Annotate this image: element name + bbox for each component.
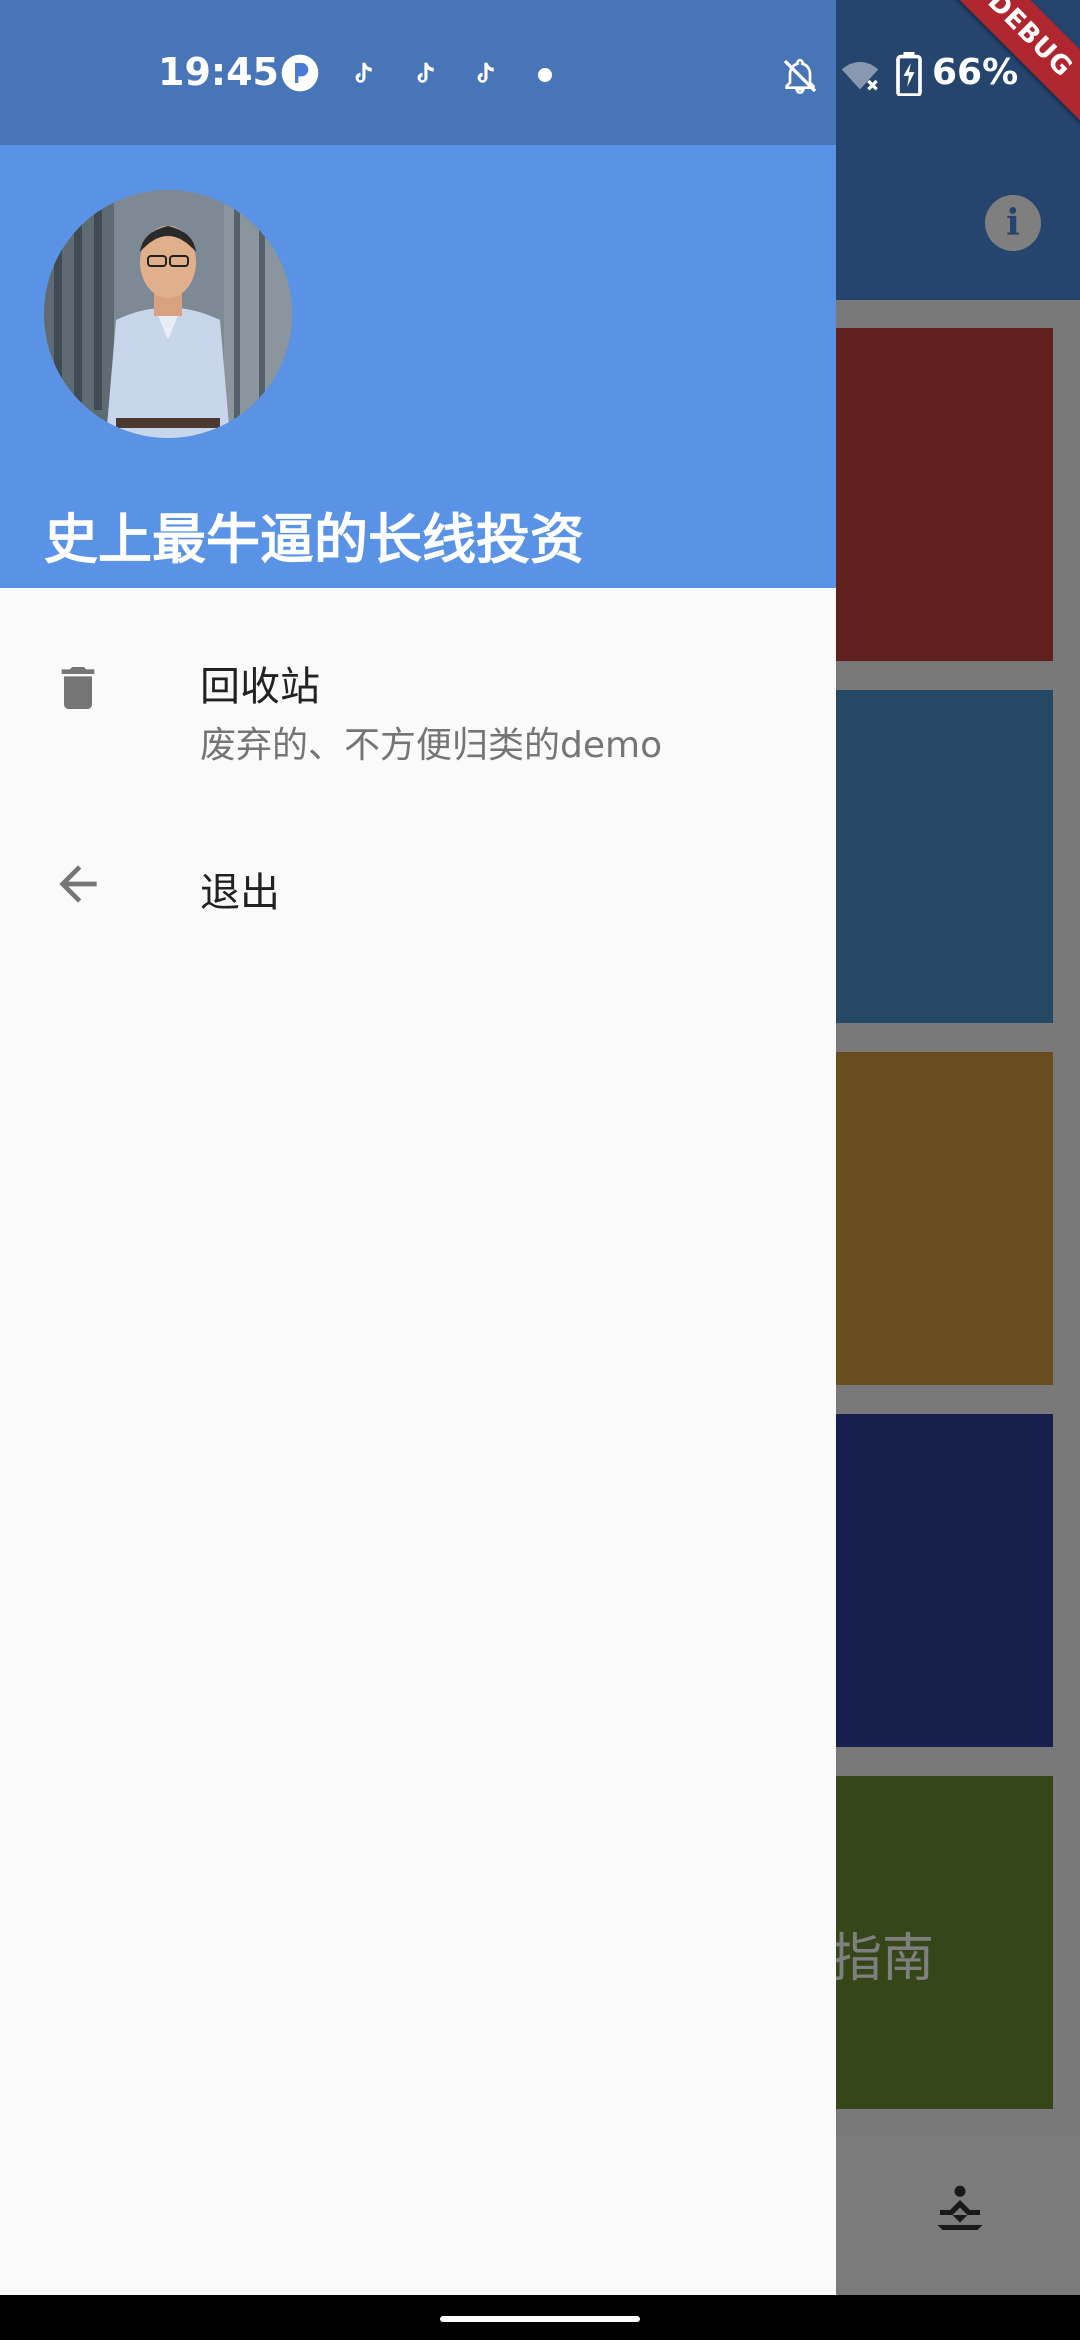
battery-charging-icon (896, 52, 922, 96)
avatar[interactable] (44, 190, 292, 438)
menu-item-logout[interactable]: 退出 (0, 830, 836, 940)
tiktok-icon (355, 62, 372, 83)
wifi-off-icon (841, 61, 879, 91)
battery-percent: 66% (932, 52, 1019, 93)
trash-icon (61, 667, 95, 709)
home-handle[interactable] (440, 2316, 640, 2322)
menu-item-title: 回收站 (200, 664, 320, 710)
menu-item-recycle-bin[interactable]: 回收站 废弃的、不方便归类的demo (0, 620, 836, 790)
avatar-photo (44, 190, 292, 438)
tiktok-icon (417, 62, 434, 83)
menu-item-title: 退出 (200, 870, 280, 916)
menu-item-subtitle: 废弃的、不方便归类的demo (200, 725, 663, 766)
dot-icon (538, 68, 552, 82)
navigation-drawer: 史上最牛逼的长线投资 回收站 废弃的、不方便归类的demo 退出 (0, 0, 836, 2295)
drawer-title: 史上最牛逼的长线投资 (44, 508, 584, 571)
status-bar: 19:45 66% (0, 0, 1080, 145)
arrow-back-icon (59, 865, 97, 903)
navigation-bar (0, 2295, 1080, 2340)
p-app-icon (281, 54, 319, 92)
screen: i 指南 (0, 0, 1080, 2340)
bell-off-icon (783, 58, 817, 95)
tiktok-icon (477, 62, 494, 83)
status-time: 19:45 (158, 50, 279, 94)
